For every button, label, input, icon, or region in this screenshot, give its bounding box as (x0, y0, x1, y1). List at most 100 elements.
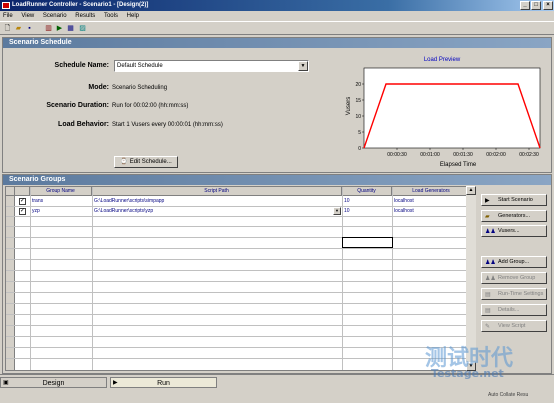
menu-bar: File View Scenario Results Tools Help (0, 11, 554, 21)
add-group-label: Add Group... (498, 259, 530, 265)
scenario-schedule-header: Scenario Schedule (3, 38, 551, 48)
y-tick-label: 20 (355, 82, 361, 88)
duration-label: Scenario Duration: (46, 102, 109, 109)
chart-title: Load Preview (424, 57, 461, 63)
script-path-cell[interactable]: G:\LoadRunner\scripts\simpapp (92, 196, 164, 206)
start-scenario-button[interactable]: ▶ Start Scenario (481, 194, 547, 206)
grid-line (6, 347, 471, 348)
maximize-button[interactable]: □ (531, 1, 541, 10)
analysis-icon[interactable]: ▨ (78, 24, 87, 33)
window-title: LoadRunner Controller - Scenario1 - [Des… (12, 2, 149, 8)
close-button[interactable]: × (543, 1, 553, 10)
y-tick-label: 15 (355, 98, 361, 104)
view-script-icon: ✎ (485, 324, 491, 330)
load-generator-cell[interactable]: localhost (392, 206, 414, 216)
mode-label: Mode: (88, 84, 109, 91)
save-icon[interactable]: ▪ (25, 24, 34, 33)
x-tick-label: 00:01:30 (453, 152, 473, 158)
y-tick-label: 5 (358, 130, 361, 136)
load-generator-cell[interactable]: localhost (392, 196, 414, 206)
remove-group-button[interactable]: ♟♟ Remove Group (481, 272, 547, 284)
y-tick-label: 10 (355, 114, 361, 120)
chart-x-label: Elapsed Time (440, 162, 477, 168)
design-view-icon[interactable]: ▥ (44, 24, 53, 33)
grid-line (6, 325, 471, 326)
quantity-cell[interactable]: 10 (342, 206, 350, 216)
open-folder-icon[interactable]: ▰ (14, 24, 23, 33)
play-icon: ▶ (485, 198, 490, 204)
grid-check-header (15, 187, 30, 196)
column-group-name[interactable]: Group Name (30, 187, 92, 196)
chevron-down-icon[interactable]: ▼ (298, 61, 308, 71)
vusers-button[interactable]: ♟♟ Vusers... (481, 225, 547, 237)
new-icon[interactable]: 🗋 (3, 24, 12, 33)
generators-icon: ▰ (485, 214, 490, 220)
column-load-generators[interactable]: Load Generators (392, 187, 471, 196)
menu-file[interactable]: File (3, 13, 13, 19)
grid-line (6, 303, 471, 304)
duration-value: Run for 00:02:00 (hh:mm:ss) (112, 103, 189, 109)
details-button[interactable]: ▤ Details... (481, 304, 547, 316)
minimize-button[interactable]: _ (520, 1, 530, 10)
menu-results[interactable]: Results (75, 13, 95, 19)
toolbar: 🗋 ▰ ▪ ▥ ▶ ▦ ▨ (0, 21, 554, 35)
details-label: Details... (498, 307, 520, 313)
group-enabled-checkbox[interactable]: ✓ (19, 198, 26, 205)
menu-tools[interactable]: Tools (104, 13, 118, 19)
grid-scrollbar[interactable]: ▲ ▼ (466, 186, 476, 371)
run-tab-label: Run (157, 380, 170, 387)
grid-view-icon[interactable]: ▦ (66, 24, 75, 33)
x-tick-label: 00:02:00 (486, 152, 506, 158)
script-path-cell[interactable]: G:\LoadRunner\scripts\yzp (92, 206, 153, 216)
x-tick-label: 00:01:00 (420, 152, 440, 158)
mode-value: Scenario Scheduling (112, 85, 168, 91)
grid-line (6, 281, 471, 282)
quantity-cell[interactable]: 10 (342, 196, 350, 206)
load-preview-svg: Load Preview Vusers Elapsed Time 0 5 10 15 2… (346, 57, 541, 168)
runtime-settings-button[interactable]: ▤ Run-Time Settings (481, 288, 547, 300)
group-name-cell[interactable]: yzp (30, 206, 40, 216)
run-tab-icon: ▶ (113, 380, 118, 386)
menu-view[interactable]: View (21, 13, 34, 19)
grid-line (6, 358, 471, 359)
runtime-settings-label: Run-Time Settings (498, 291, 544, 297)
generators-button[interactable]: ▰ Generators... (481, 210, 547, 222)
menu-scenario[interactable]: Scenario (43, 13, 67, 19)
menu-help[interactable]: Help (127, 13, 139, 19)
add-group-button[interactable]: ♟♟ Add Group... (481, 256, 547, 268)
chart-plot-area (363, 67, 541, 149)
column-script-path[interactable]: Script Path (92, 187, 342, 196)
grid-line (6, 216, 471, 217)
run-view-icon[interactable]: ▶ (55, 24, 64, 33)
selected-cell[interactable] (342, 237, 393, 248)
edit-schedule-label: Edit Schedule... (129, 159, 172, 165)
x-tick-label: 00:00:30 (387, 152, 407, 158)
group-enabled-checkbox[interactable]: ✓ (19, 208, 26, 215)
tab-run[interactable]: ▶ Run (110, 377, 217, 388)
generators-label: Generators... (498, 213, 531, 219)
remove-group-icon: ♟♟ (485, 276, 496, 282)
groups-grid[interactable]: Group Name Script Path Quantity Load Gen… (5, 186, 476, 371)
grid-line (6, 226, 471, 227)
start-scenario-label: Start Scenario (498, 197, 533, 203)
group-name-cell[interactable]: trans (30, 196, 43, 206)
view-script-button[interactable]: ✎ View Script (481, 320, 547, 332)
grid-corner (6, 187, 15, 196)
remove-group-label: Remove Group (498, 275, 536, 281)
scroll-down-icon[interactable]: ▼ (466, 362, 476, 371)
edit-schedule-button[interactable]: ⌚ Edit Schedule... (114, 156, 178, 168)
vusers-icon: ♟♟ (485, 229, 496, 235)
x-tick-label: 00:02:30 (519, 152, 539, 158)
status-text: Auto Collate Resu (488, 392, 529, 398)
app-icon (2, 2, 10, 9)
column-quantity[interactable]: Quantity (342, 187, 392, 196)
edit-schedule-icon: ⌚ (120, 159, 128, 165)
load-behavior-value: Start 1 Vusers every 00:00:01 (hh:mm:ss) (112, 122, 223, 128)
title-bar: LoadRunner Controller - Scenario1 - [Des… (0, 0, 554, 11)
schedule-name-select[interactable]: Default Schedule ▼ (114, 60, 309, 72)
schedule-name-label: Schedule Name: (54, 62, 109, 69)
scroll-up-icon[interactable]: ▲ (466, 186, 476, 195)
load-behavior-label: Load Behavior: (58, 121, 109, 128)
chevron-down-icon[interactable]: ▼ (333, 207, 341, 215)
tab-design[interactable]: ▣ Design (0, 377, 107, 388)
